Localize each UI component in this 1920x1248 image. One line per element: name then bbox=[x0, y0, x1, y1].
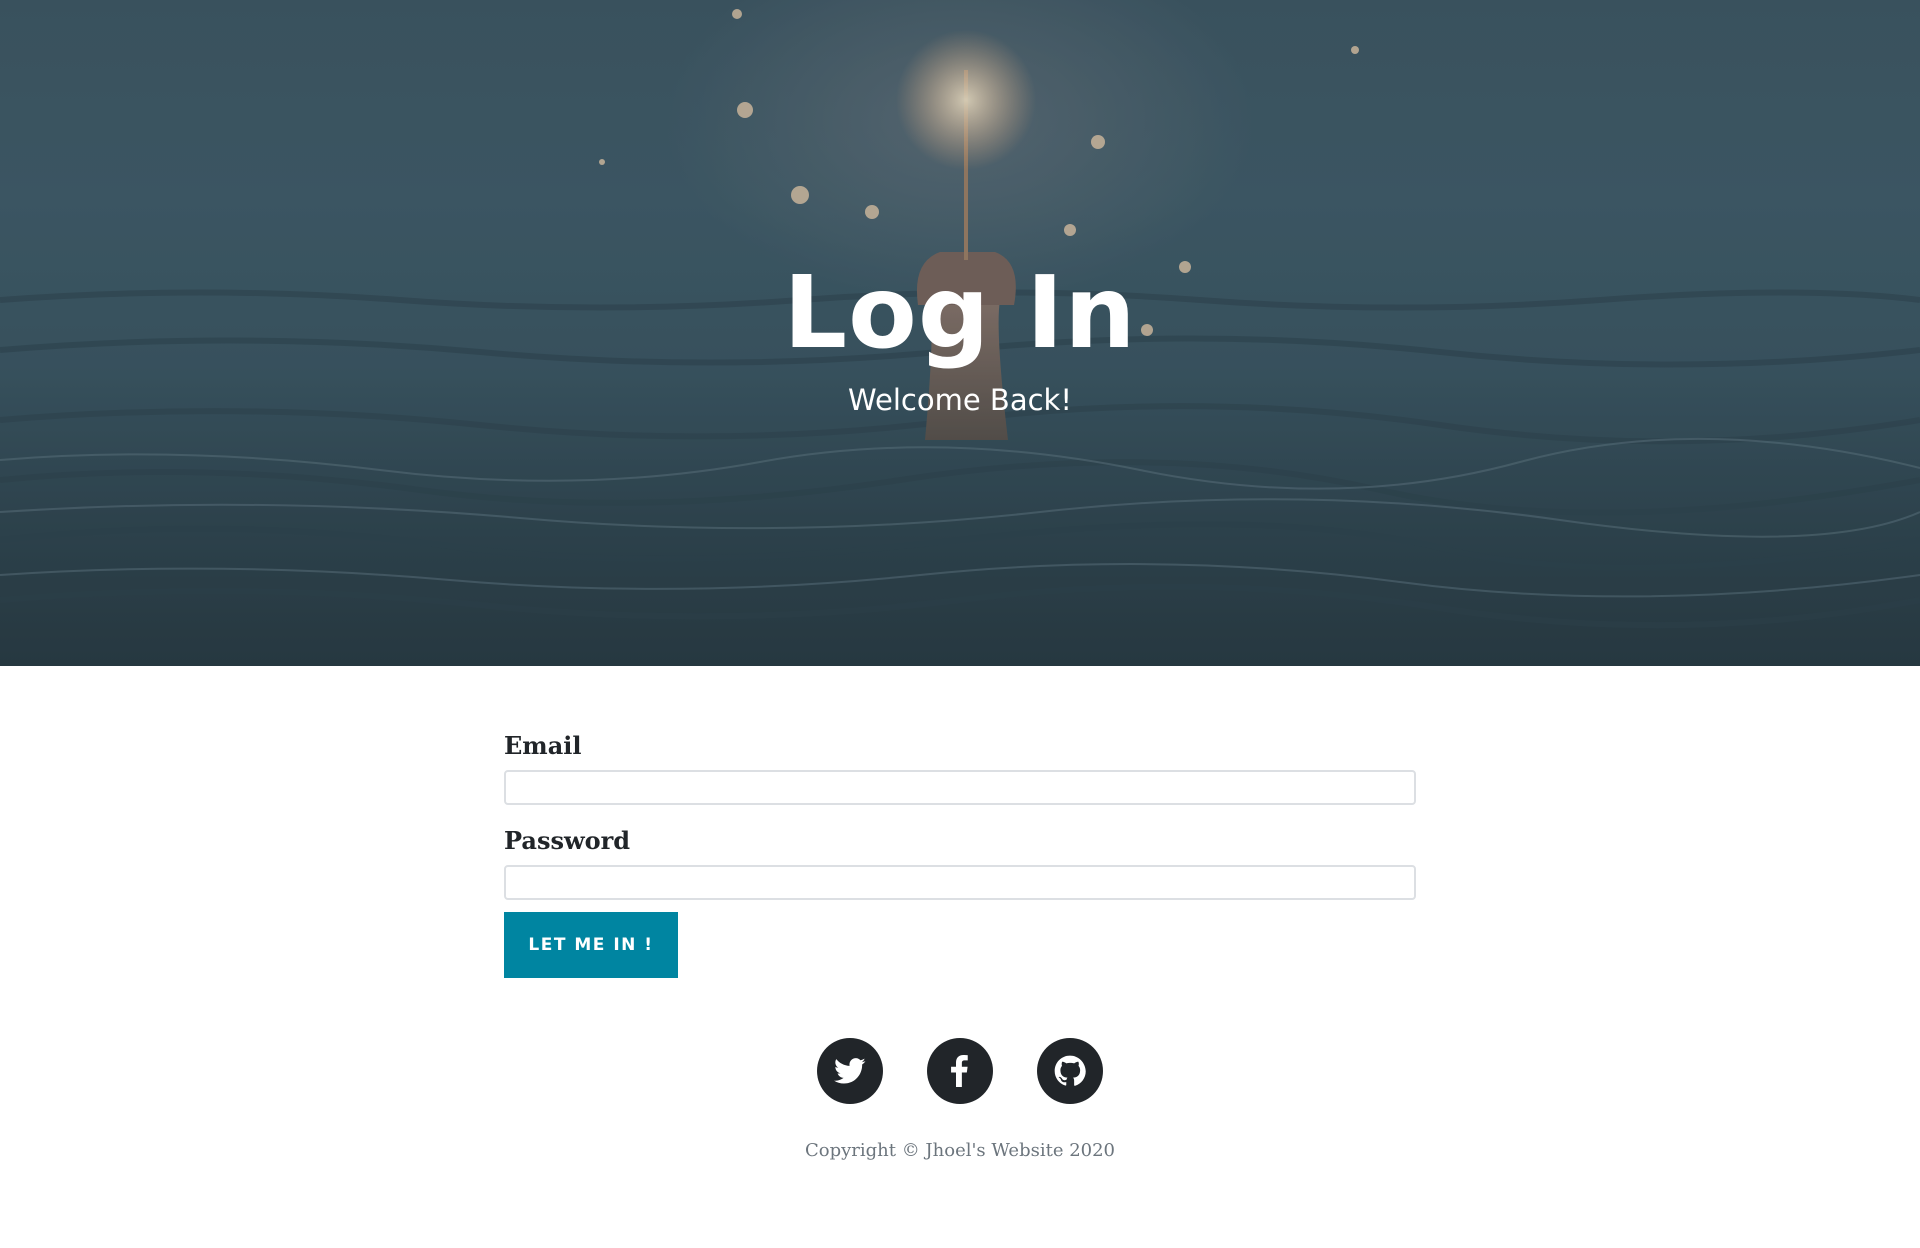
password-field[interactable] bbox=[504, 865, 1416, 900]
page-title: Log In bbox=[783, 254, 1137, 371]
social-links bbox=[0, 1038, 1920, 1104]
copyright-text: Copyright © Jhoel's Website 2020 bbox=[804, 1140, 1116, 1161]
page-subtitle: Welcome Back! bbox=[848, 383, 1072, 417]
facebook-icon bbox=[951, 1055, 968, 1087]
submit-button[interactable]: LET ME IN ! bbox=[504, 912, 678, 978]
hero-header: Log In Welcome Back! bbox=[0, 0, 1920, 666]
twitter-link[interactable] bbox=[817, 1038, 883, 1104]
login-form: Email Password LET ME IN ! bbox=[504, 728, 1416, 978]
github-icon bbox=[1054, 1055, 1086, 1086]
email-label: Email bbox=[504, 731, 582, 760]
email-field[interactable] bbox=[504, 770, 1416, 805]
password-label: Password bbox=[504, 826, 631, 855]
github-link[interactable] bbox=[1037, 1038, 1103, 1104]
twitter-icon bbox=[834, 1058, 866, 1084]
facebook-link[interactable] bbox=[927, 1038, 993, 1104]
